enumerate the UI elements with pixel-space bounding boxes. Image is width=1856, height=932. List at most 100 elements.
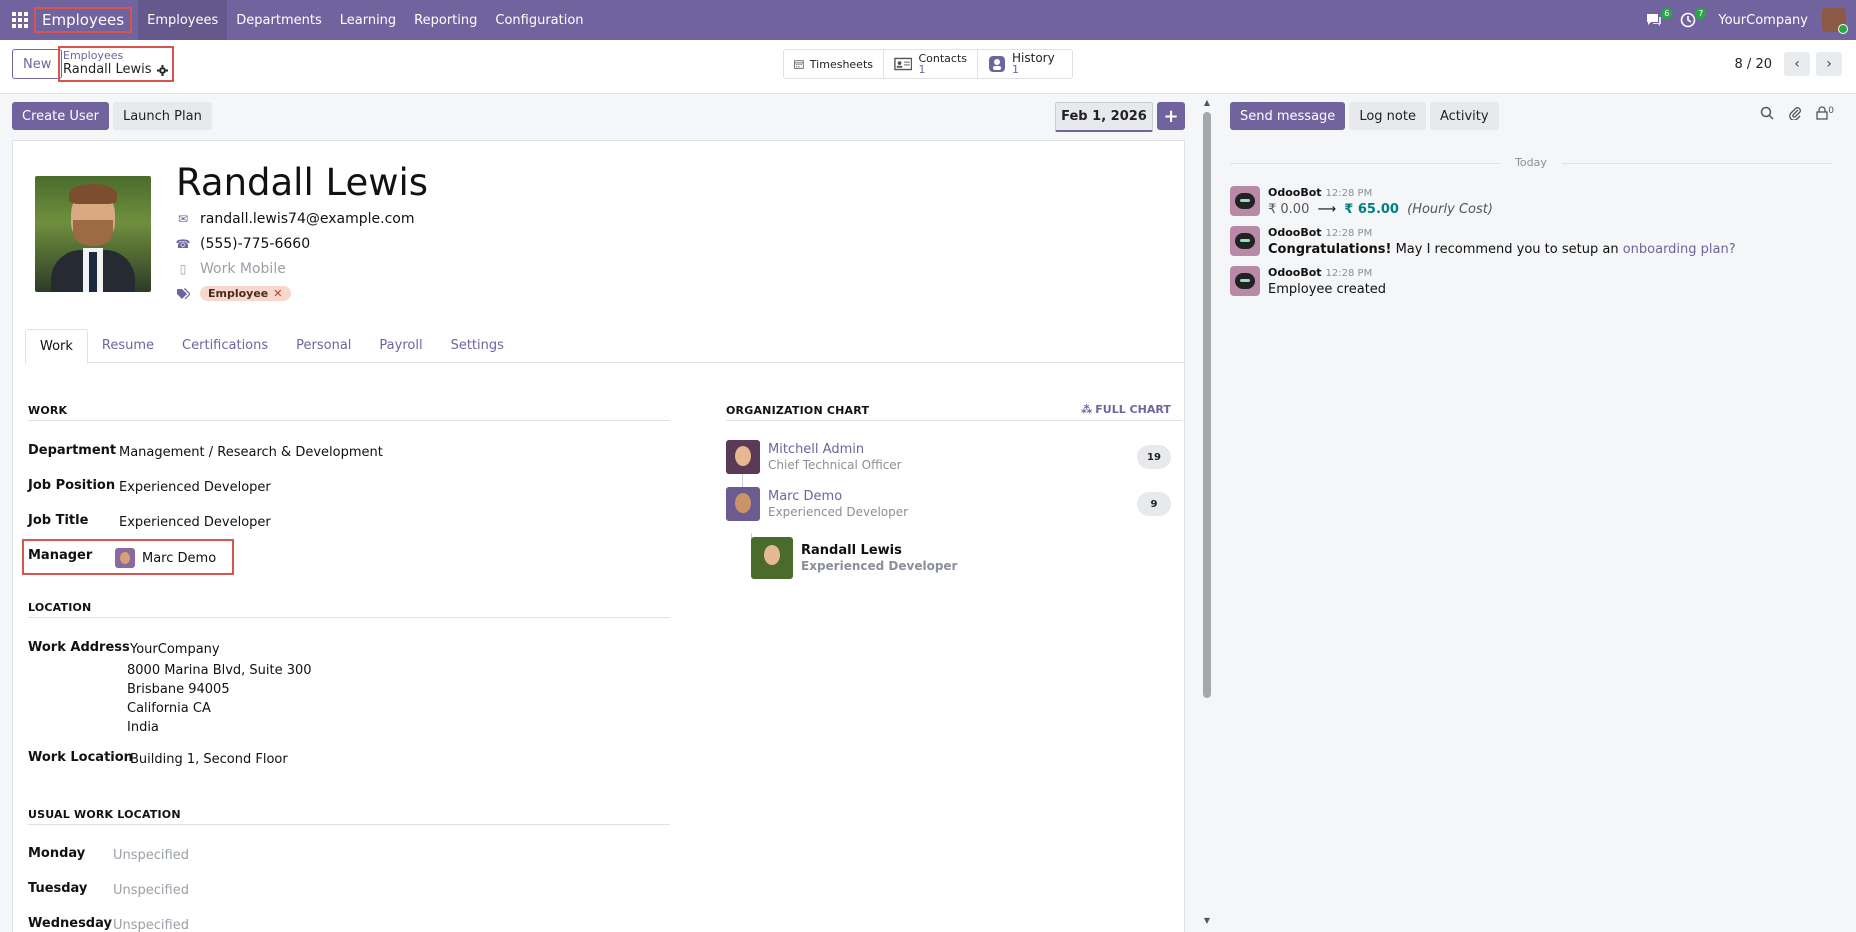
department-label: Department bbox=[28, 443, 117, 458]
pager-value[interactable]: 8 / 20 bbox=[1735, 57, 1772, 72]
date-button[interactable]: Feb 1, 2026 bbox=[1055, 102, 1153, 132]
tab-payroll[interactable]: Payroll bbox=[365, 329, 436, 362]
pager-next-button[interactable]: › bbox=[1816, 52, 1842, 76]
manager-field[interactable]: Marc Demo bbox=[115, 548, 216, 568]
new-button[interactable]: New bbox=[12, 49, 63, 79]
employee-photo[interactable] bbox=[35, 176, 151, 292]
add-button[interactable]: + bbox=[1157, 102, 1185, 130]
form-action-buttons: Create User Launch Plan bbox=[12, 102, 212, 130]
menu-departments[interactable]: Departments bbox=[227, 0, 330, 40]
systray: 6 7 YourCompany bbox=[1644, 0, 1848, 40]
marc-subordinates-count[interactable]: 9 bbox=[1137, 492, 1171, 516]
work-location-field[interactable]: Building 1, Second Floor bbox=[130, 752, 288, 767]
send-message-button[interactable]: Send message bbox=[1230, 102, 1346, 130]
email-field[interactable]: randall.lewis74@example.com bbox=[200, 211, 414, 227]
user-lock-icon bbox=[1816, 106, 1828, 120]
employee-tag[interactable]: Employee ✕ bbox=[200, 286, 291, 301]
location-divider bbox=[28, 617, 670, 618]
address-country: India bbox=[127, 720, 159, 735]
work-address-label: Work Address bbox=[28, 640, 130, 655]
scroll-down-icon[interactable]: ▼ bbox=[1202, 916, 1212, 925]
gear-icon[interactable] bbox=[156, 64, 168, 76]
manager-label: Manager bbox=[28, 548, 93, 563]
onboarding-plan-link[interactable]: onboarding plan? bbox=[1623, 242, 1736, 257]
app-brand[interactable]: Employees bbox=[34, 7, 133, 33]
usual-location-section-title: USUAL WORK LOCATION bbox=[28, 808, 181, 821]
scroll-up-icon[interactable]: ▲ bbox=[1202, 98, 1212, 107]
chatter-message-1: OdooBot 12:28 PM ₹ 0.00 ⟶ ₹ 65.00 (Hourly… bbox=[1230, 186, 1493, 217]
log-note-button[interactable]: Log note bbox=[1349, 102, 1426, 130]
menu-employees[interactable]: Employees bbox=[138, 0, 228, 40]
history-icon bbox=[989, 56, 1005, 72]
today-separator: Today bbox=[1230, 156, 1832, 169]
message-time: 12:28 PM bbox=[1325, 228, 1373, 239]
job-title-label: Job Title bbox=[28, 513, 89, 528]
mobile-field[interactable]: Work Mobile bbox=[200, 261, 286, 277]
org-manager-mitchell[interactable]: Mitchell Admin Chief Technical Officer bbox=[726, 440, 902, 474]
job-position-field[interactable]: Experienced Developer bbox=[119, 480, 271, 495]
monday-field[interactable]: Unspecified bbox=[113, 848, 189, 863]
activities-icon[interactable]: 7 bbox=[1678, 8, 1707, 30]
full-chart-label: FULL CHART bbox=[1095, 403, 1171, 416]
main-menu: Employees Departments Learning Reporting… bbox=[138, 0, 592, 40]
message-body: Congratulations! May I recommend you to … bbox=[1268, 242, 1736, 257]
activity-button[interactable]: Activity bbox=[1429, 102, 1499, 130]
menu-configuration[interactable]: Configuration bbox=[486, 0, 592, 40]
odoobot-avatar[interactable] bbox=[1230, 226, 1260, 256]
org-manager-marc[interactable]: Marc Demo Experienced Developer bbox=[726, 487, 908, 521]
history-smart-button[interactable]: History 1 bbox=[978, 50, 1072, 78]
phone-field[interactable]: (555)-775-6660 bbox=[200, 236, 310, 252]
org-connector bbox=[742, 474, 743, 488]
tuesday-field[interactable]: Unspecified bbox=[113, 883, 189, 898]
message-text: May I recommend you to setup an bbox=[1395, 242, 1619, 257]
tab-certifications[interactable]: Certifications bbox=[168, 329, 282, 362]
messages-icon[interactable]: 6 bbox=[1644, 8, 1673, 30]
pager: 8 / 20 ‹ › bbox=[1735, 52, 1842, 76]
tag-remove-icon[interactable]: ✕ bbox=[273, 287, 282, 300]
full-chart-link[interactable]: ⁂ FULL CHART bbox=[1081, 403, 1171, 416]
contacts-smart-button[interactable]: Contacts 1 bbox=[884, 50, 978, 78]
department-field[interactable]: Management / Research & Development bbox=[119, 445, 383, 460]
tab-personal[interactable]: Personal bbox=[282, 329, 365, 362]
odoobot-avatar[interactable] bbox=[1230, 266, 1260, 296]
org-self-randall: Randall Lewis Experienced Developer bbox=[751, 537, 957, 579]
followers-button[interactable]: 0 bbox=[1816, 106, 1834, 124]
tab-work[interactable]: Work bbox=[25, 329, 88, 364]
activities-badge: 7 bbox=[1695, 8, 1707, 19]
company-switcher[interactable]: YourCompany bbox=[1718, 13, 1808, 28]
breadcrumb-employees[interactable]: Employees bbox=[63, 49, 168, 62]
tracked-field: (Hourly Cost) bbox=[1407, 202, 1493, 217]
tab-settings[interactable]: Settings bbox=[437, 329, 518, 362]
scrollbar-thumb[interactable] bbox=[1203, 112, 1211, 698]
odoobot-avatar[interactable] bbox=[1230, 186, 1260, 216]
message-author[interactable]: OdooBot bbox=[1268, 186, 1322, 199]
paperclip-icon[interactable] bbox=[1788, 106, 1802, 124]
search-icon[interactable] bbox=[1760, 106, 1774, 124]
message-author[interactable]: OdooBot bbox=[1268, 266, 1322, 279]
employee-name[interactable]: Randall Lewis bbox=[176, 161, 428, 204]
wednesday-field[interactable]: Unspecified bbox=[113, 918, 189, 932]
work-address-field[interactable]: YourCompany bbox=[130, 642, 220, 657]
messages-badge: 6 bbox=[1661, 8, 1673, 19]
breadcrumb-current: Randall Lewis bbox=[63, 62, 168, 78]
mitchell-subordinates-count[interactable]: 19 bbox=[1137, 445, 1171, 469]
tab-resume[interactable]: Resume bbox=[88, 329, 168, 362]
employee-tag-label: Employee bbox=[208, 287, 269, 300]
mitchell-job: Chief Technical Officer bbox=[768, 457, 902, 472]
timesheets-smart-button[interactable]: Timesheets bbox=[784, 50, 884, 78]
menu-learning[interactable]: Learning bbox=[331, 0, 405, 40]
menu-reporting[interactable]: Reporting bbox=[405, 0, 486, 40]
mitchell-name: Mitchell Admin bbox=[768, 441, 865, 457]
create-user-button[interactable]: Create User bbox=[12, 102, 109, 130]
work-divider bbox=[28, 420, 670, 421]
launch-plan-button[interactable]: Launch Plan bbox=[112, 102, 212, 130]
control-panel: New Employees Randall Lewis Timesheets C… bbox=[0, 40, 1856, 94]
pager-previous-button[interactable]: ‹ bbox=[1784, 52, 1810, 76]
plus-icon: + bbox=[1163, 105, 1179, 127]
user-avatar[interactable] bbox=[1822, 8, 1848, 34]
message-author[interactable]: OdooBot bbox=[1268, 226, 1322, 239]
contacts-count: 1 bbox=[918, 63, 926, 76]
new-value: ₹ 65.00 bbox=[1344, 202, 1399, 217]
job-title-field[interactable]: Experienced Developer bbox=[119, 515, 271, 530]
address-state: California CA bbox=[127, 701, 211, 716]
